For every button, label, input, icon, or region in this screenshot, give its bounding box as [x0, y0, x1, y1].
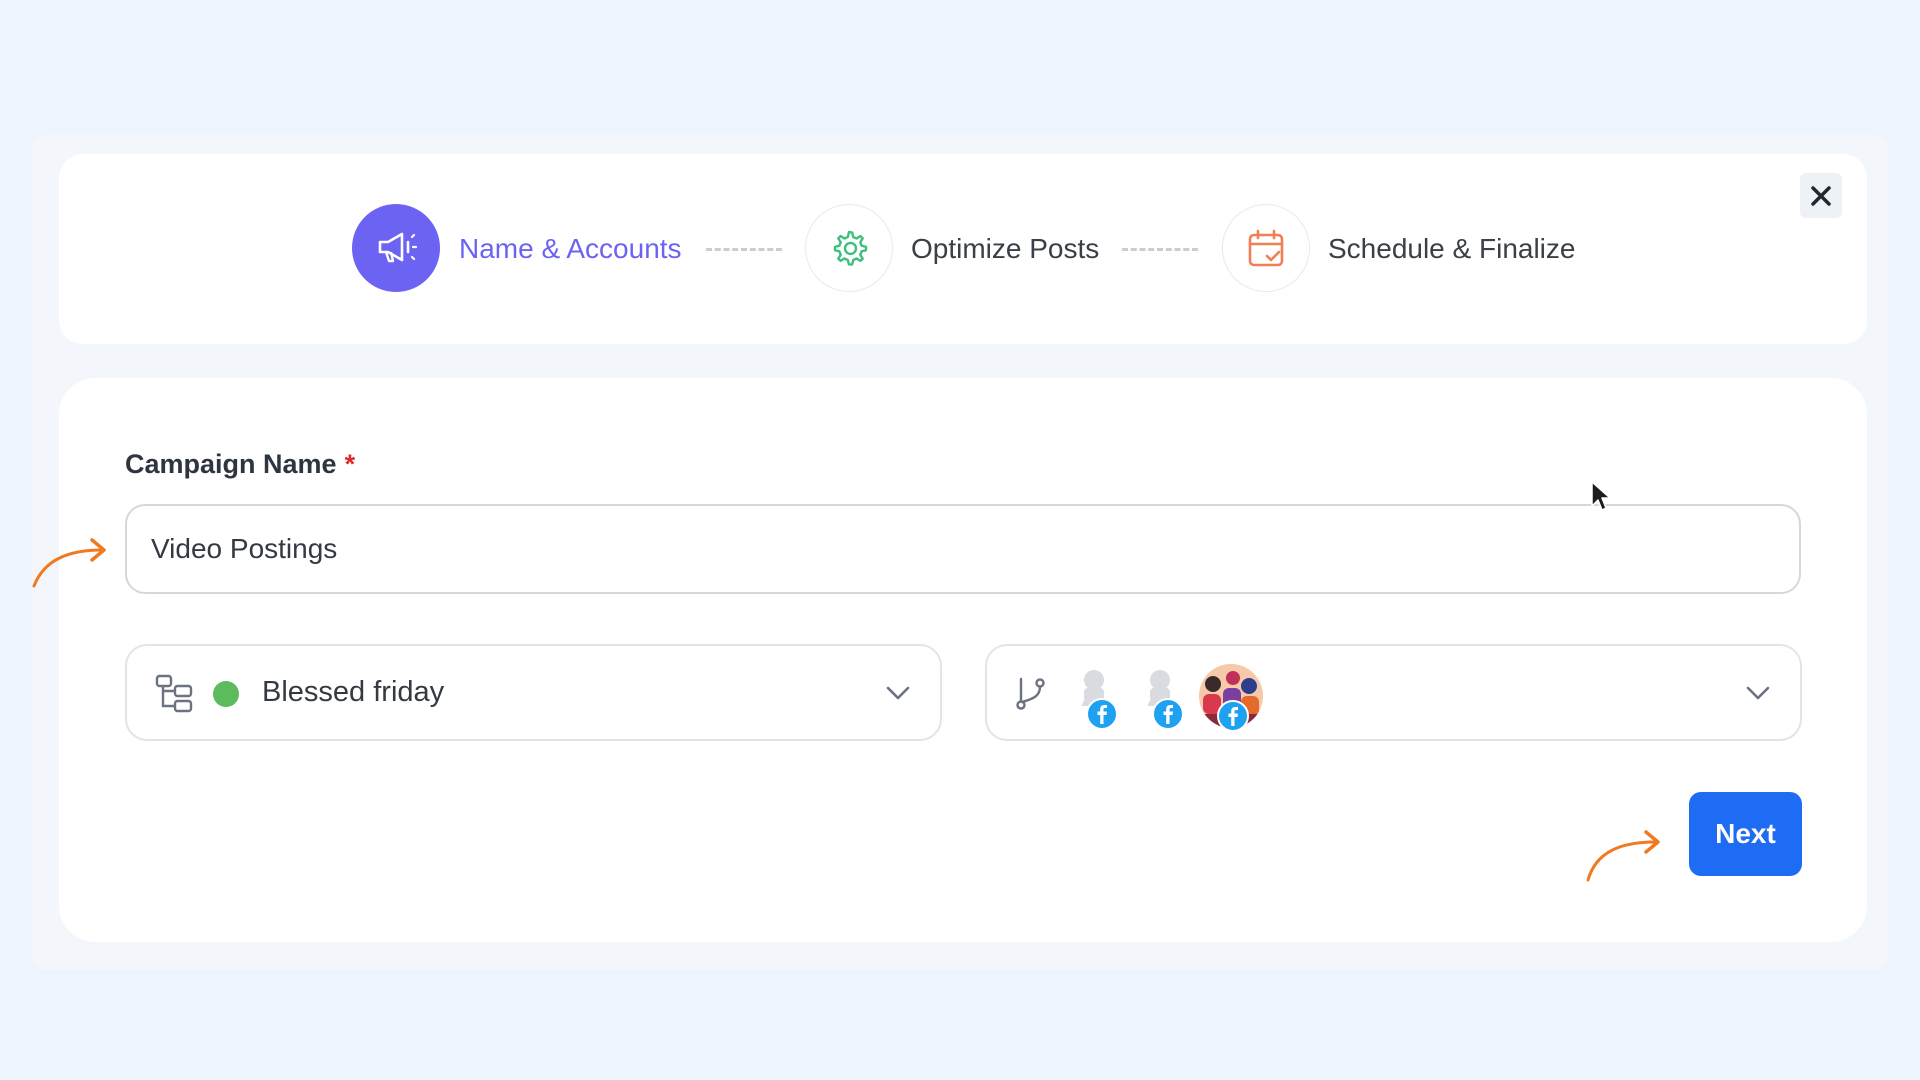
step-2-circle[interactable] — [805, 204, 893, 292]
chevron-down-icon — [886, 686, 910, 700]
step-1-circle[interactable] — [352, 204, 440, 292]
facebook-badge-icon — [1086, 698, 1118, 730]
close-icon — [1811, 185, 1831, 206]
step-2-label[interactable]: Optimize Posts — [911, 232, 1099, 266]
required-marker: * — [344, 449, 356, 479]
facebook-badge-icon — [1217, 700, 1249, 732]
annotation-arrow-icon — [32, 538, 106, 588]
facebook-badge-icon — [1152, 698, 1184, 730]
close-button[interactable] — [1800, 173, 1842, 218]
account-avatar[interactable] — [1197, 662, 1263, 732]
accounts-select[interactable] — [985, 644, 1802, 741]
campaign-name-label-text: Campaign Name — [125, 449, 337, 479]
campaign-name-label: Campaign Name * — [125, 449, 355, 480]
workspace-tree-icon — [155, 674, 193, 713]
step-connector — [706, 248, 782, 251]
campaign-name-input[interactable] — [125, 504, 1801, 594]
workspace-select-value: Blessed friday — [262, 676, 445, 708]
step-1-label[interactable]: Name & Accounts — [459, 232, 682, 266]
account-avatar[interactable] — [1079, 664, 1145, 730]
gear-icon — [833, 230, 868, 266]
workspace-status-dot — [213, 681, 239, 707]
mouse-cursor-icon — [1591, 481, 1611, 511]
branch-icon — [1016, 677, 1045, 710]
step-connector — [1122, 248, 1198, 251]
next-button[interactable]: Next — [1689, 792, 1802, 876]
megaphone-icon — [378, 232, 418, 263]
step-3-circle[interactable] — [1222, 204, 1310, 292]
chevron-down-icon — [1746, 686, 1770, 700]
workspace-select[interactable]: Blessed friday — [125, 644, 942, 741]
calendar-check-icon — [1248, 229, 1284, 267]
annotation-arrow-icon — [1586, 830, 1660, 882]
step-3-label[interactable]: Schedule & Finalize — [1328, 232, 1575, 266]
